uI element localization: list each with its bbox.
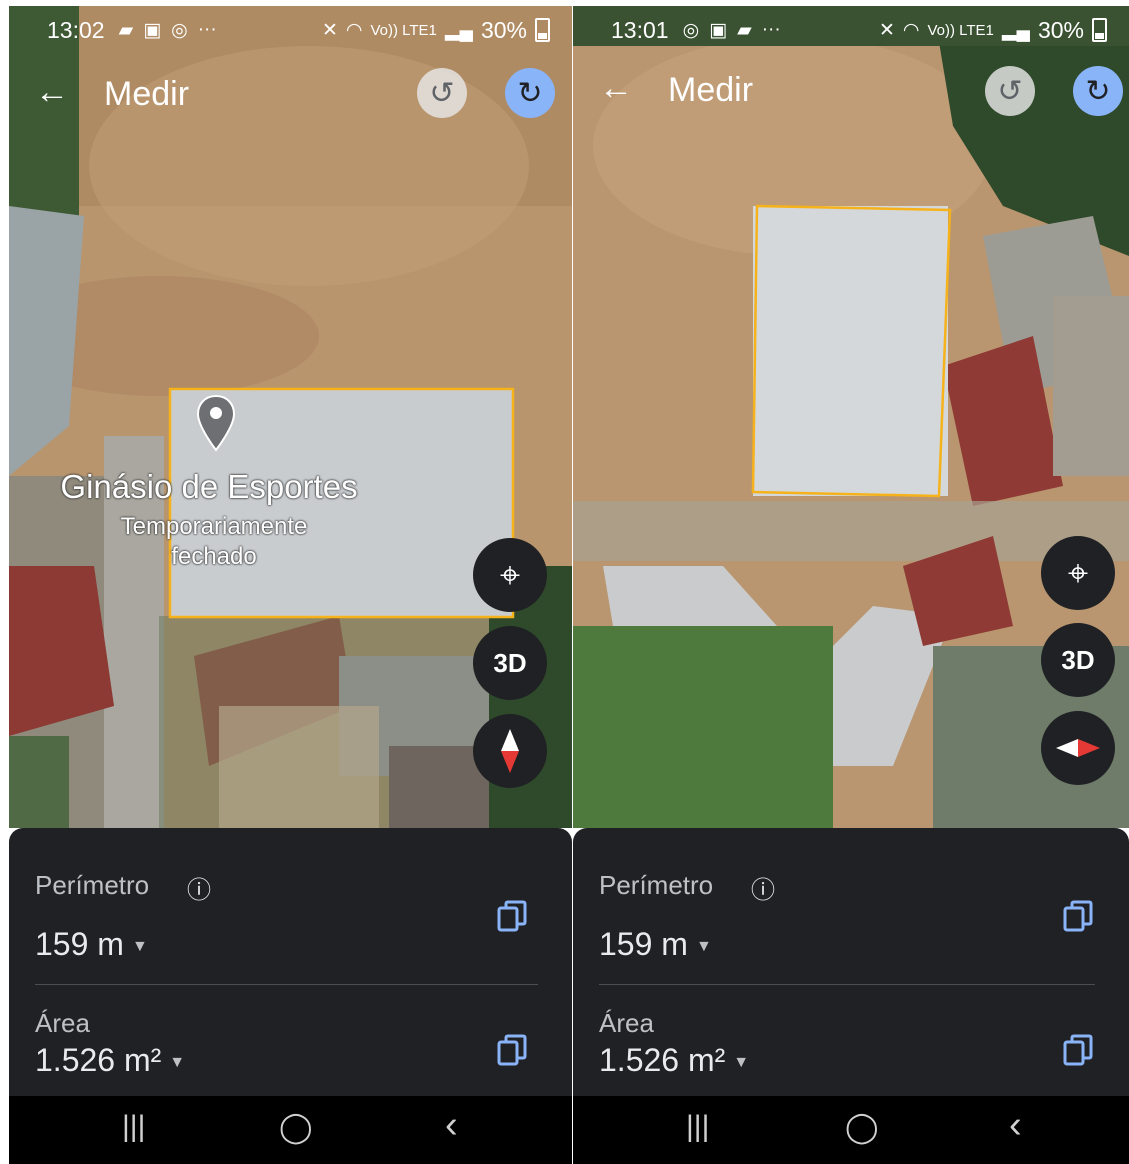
unit-dropdown-icon: ▼ <box>733 1053 750 1071</box>
copy-icon[interactable] <box>497 1034 527 1068</box>
battery-icon <box>535 18 550 42</box>
3d-label: 3D <box>1061 644 1095 675</box>
phone-screen-left: 13:02 ▰ ▣ ◎ ··· ✕ ◠ Vo)) LTE1 ▂▄ 30% ← M… <box>9 6 572 1164</box>
phone-screen-right: 13:01 ◎ ▣ ▰ ··· ✕ ◠ Vo)) LTE1 ▂▄ 30% ← M… <box>573 6 1129 1164</box>
status-bar: 13:01 ◎ ▣ ▰ ··· ✕ ◠ Vo)) LTE1 ▂▄ 30% <box>573 6 1129 54</box>
place-pin-icon[interactable] <box>196 394 236 452</box>
android-nav-bar: ||| ◯ ‹ <box>9 1096 572 1164</box>
3d-button[interactable]: 3D <box>473 626 547 700</box>
help-icon[interactable]: ⓘ <box>751 870 775 905</box>
measurement-panel: Perímetro ⓘ 159 m ▼ Área 1.526 m² ▼ <box>9 828 572 1096</box>
satellite-map[interactable] <box>573 6 1129 828</box>
home-button[interactable]: ◯ <box>279 1110 313 1145</box>
compass-icon <box>1056 739 1100 757</box>
undo-button[interactable]: ↺ <box>985 66 1035 116</box>
perimeter-value[interactable]: 159 m ▼ <box>35 926 148 963</box>
unit-dropdown-icon: ▼ <box>131 937 148 955</box>
place-status: Temporariamente fechado <box>120 513 308 570</box>
area-label: Área <box>35 1008 90 1038</box>
network-type: Vo)) LTE1 <box>927 21 994 39</box>
back-arrow-icon[interactable]: ← <box>599 68 633 108</box>
wifi-icon: ◠ <box>902 19 920 41</box>
nav-back-button[interactable]: ‹ <box>1009 1104 1022 1147</box>
perimeter-label: Perímetro <box>599 870 714 900</box>
undo-icon: ↺ <box>429 76 455 110</box>
status-bar: 13:02 ▰ ▣ ◎ ··· ✕ ◠ Vo)) LTE1 ▂▄ 30% <box>9 6 572 54</box>
redo-button[interactable]: ↻ <box>505 68 555 118</box>
my-location-icon: ⌖ <box>1067 551 1089 593</box>
battery-icon <box>1092 18 1107 42</box>
more-icon: ··· <box>197 19 217 40</box>
divider <box>35 984 538 985</box>
network-type: Vo)) LTE1 <box>370 21 437 39</box>
back-arrow-icon[interactable]: ← <box>35 72 69 112</box>
perimeter-label: Perímetro <box>35 870 150 900</box>
help-icon[interactable]: ⓘ <box>187 870 211 905</box>
copy-icon[interactable] <box>1063 900 1093 934</box>
divider <box>599 984 1095 985</box>
perimeter-value[interactable]: 159 m ▼ <box>599 926 712 963</box>
3d-button[interactable]: 3D <box>1041 623 1115 697</box>
whatsapp-icon: ◎ <box>682 19 700 41</box>
satellite-map[interactable] <box>9 6 572 828</box>
nav-back-button[interactable]: ‹ <box>445 1104 458 1147</box>
compass-icon <box>501 729 519 773</box>
my-location-icon: ⌖ <box>499 553 521 595</box>
undo-button[interactable]: ↺ <box>417 68 467 118</box>
page-title: Medir <box>668 71 754 109</box>
page-title: Medir <box>104 75 190 113</box>
area-value[interactable]: 1.526 m² ▼ <box>35 1042 185 1079</box>
more-icon: ··· <box>761 19 781 40</box>
wifi-icon: ◠ <box>345 19 363 41</box>
undo-icon: ↺ <box>997 74 1023 108</box>
top-bar: ← Medir ↺ ↻ <box>9 66 572 126</box>
gallery-icon: ▣ <box>143 19 162 41</box>
unit-dropdown-icon: ▼ <box>169 1053 186 1071</box>
copy-icon[interactable] <box>497 900 527 934</box>
signal-icon: ▂▄ <box>1001 19 1030 41</box>
chat-icon: ▰ <box>737 19 752 41</box>
status-time: 13:01 <box>611 16 669 43</box>
recents-button[interactable]: ||| <box>686 1110 709 1144</box>
compass-button[interactable] <box>1041 711 1115 785</box>
unit-dropdown-icon: ▼ <box>695 937 712 955</box>
measurement-panel: Perímetro ⓘ 159 m ▼ Área 1.526 m² ▼ <box>573 828 1129 1096</box>
place-name[interactable]: Ginásio de Esportes <box>39 468 379 506</box>
area-label: Área <box>599 1008 654 1038</box>
mute-icon: ✕ <box>321 19 338 41</box>
chat-icon: ▰ <box>118 19 134 41</box>
area-value[interactable]: 1.526 m² ▼ <box>599 1042 749 1079</box>
copy-icon[interactable] <box>1063 1034 1093 1068</box>
recents-button[interactable]: ||| <box>122 1110 145 1144</box>
redo-button[interactable]: ↻ <box>1073 66 1123 116</box>
status-time: 13:02 <box>47 16 105 43</box>
my-location-button[interactable]: ⌖ <box>1041 536 1115 610</box>
my-location-button[interactable]: ⌖ <box>473 538 547 612</box>
home-button[interactable]: ◯ <box>845 1110 879 1145</box>
battery-percent: 30% <box>480 16 527 43</box>
whatsapp-icon: ◎ <box>171 19 188 41</box>
battery-percent: 30% <box>1037 16 1084 43</box>
top-bar: ← Medir ↺ ↻ <box>573 66 1129 126</box>
3d-label: 3D <box>493 647 527 678</box>
redo-icon: ↻ <box>1085 74 1111 108</box>
android-nav-bar: ||| ◯ ‹ <box>573 1096 1129 1164</box>
compass-button[interactable] <box>473 714 547 788</box>
redo-icon: ↻ <box>517 76 543 110</box>
signal-icon: ▂▄ <box>444 19 473 41</box>
gallery-icon: ▣ <box>709 19 728 41</box>
mute-icon: ✕ <box>878 19 895 41</box>
